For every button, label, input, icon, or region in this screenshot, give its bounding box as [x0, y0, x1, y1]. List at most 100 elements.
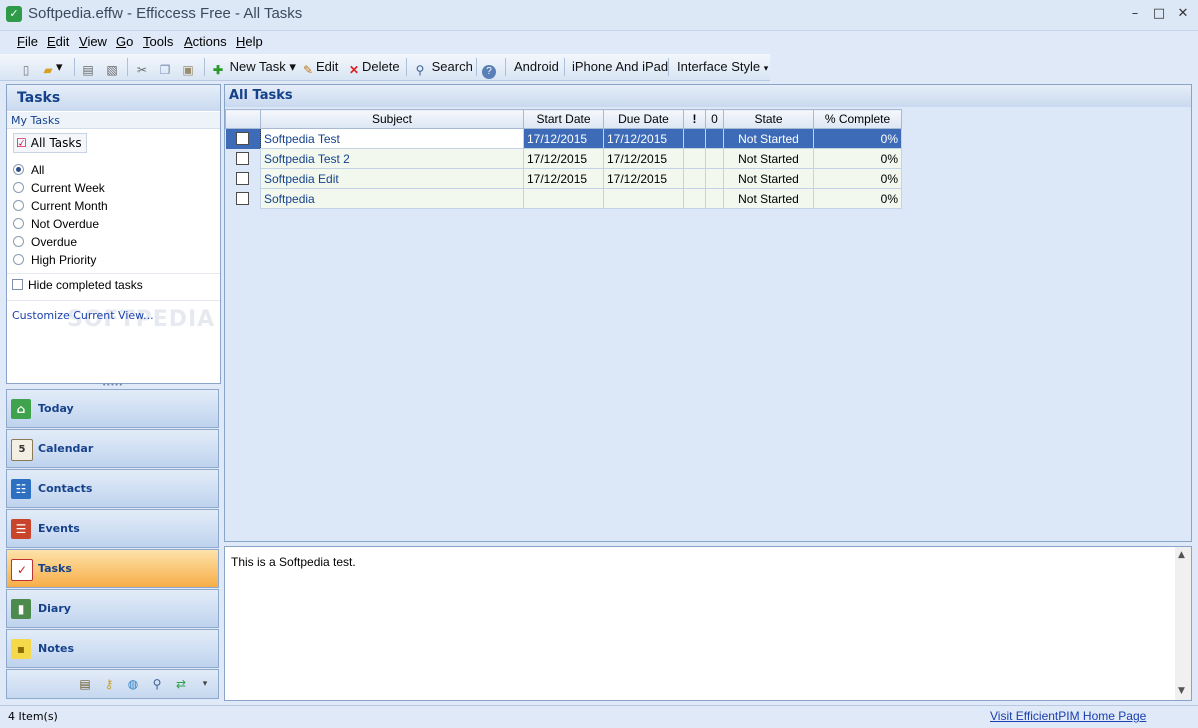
- task-notes-pane[interactable]: This is a Softpedia test. ▲ ▼: [224, 546, 1192, 701]
- new-file-icon[interactable]: ▯: [18, 57, 34, 77]
- task-attachment: [705, 188, 724, 209]
- task-table: Subject Start Date Due Date ! 0 State % …: [225, 109, 902, 209]
- edit-button[interactable]: ✎ Edit: [300, 57, 338, 77]
- filter-current-month[interactable]: Current Month: [13, 198, 108, 215]
- delete-button[interactable]: ✕ Delete: [346, 57, 400, 77]
- filter-high-priority[interactable]: High Priority: [13, 252, 96, 269]
- column-due-date[interactable]: Due Date: [603, 109, 684, 129]
- globe-icon[interactable]: ◍: [125, 676, 141, 692]
- close-icon[interactable]: ✕: [1172, 4, 1194, 24]
- task-subject[interactable]: Softpedia: [260, 188, 524, 209]
- checkbox[interactable]: [236, 171, 250, 185]
- task-start-date: 17/12/2015: [523, 148, 604, 169]
- radio-button[interactable]: [13, 164, 24, 175]
- task-list-pane: All Tasks Subject Start Date Due Date ! …: [224, 84, 1192, 542]
- column-subject[interactable]: Subject: [260, 109, 524, 129]
- nav-diary[interactable]: ▮ Diary: [6, 589, 219, 628]
- copy-icon[interactable]: ❐: [157, 57, 173, 77]
- menu-actions[interactable]: Actions: [184, 34, 227, 49]
- row-checkbox-cell[interactable]: [225, 148, 261, 169]
- print-preview-icon[interactable]: ▧: [104, 57, 120, 77]
- chevron-down-icon[interactable]: ▾: [197, 676, 213, 692]
- print-icon[interactable]: ▤: [80, 57, 96, 77]
- key-icon[interactable]: ⚷: [101, 676, 117, 692]
- nav-tasks[interactable]: ✓ Tasks: [6, 549, 219, 588]
- notes-icon: ▪: [11, 639, 31, 659]
- nav-shortcuts-bar: ▤ ⚷ ◍ ⚲ ⇄ ▾: [6, 669, 219, 699]
- menu-edit[interactable]: Edit: [47, 34, 69, 49]
- help-icon[interactable]: ?: [482, 57, 496, 79]
- task-subject[interactable]: Softpedia Test: [260, 128, 524, 149]
- sync-icon[interactable]: ⇄: [173, 676, 189, 692]
- task-due-date: 17/12/2015: [603, 168, 684, 189]
- checkbox[interactable]: [236, 191, 250, 205]
- nav-calendar[interactable]: 5 Calendar: [6, 429, 219, 468]
- divider: [7, 300, 220, 301]
- table-row[interactable]: Softpedia Test 17/12/2015 17/12/2015 Not…: [225, 128, 902, 149]
- menu-file[interactable]: File: [17, 34, 38, 49]
- table-row[interactable]: Softpedia Edit 17/12/2015 17/12/2015 Not…: [225, 168, 902, 189]
- menu-view[interactable]: View: [79, 34, 107, 49]
- splitter-grip[interactable]: •••••: [6, 382, 219, 389]
- menu-go[interactable]: Go: [116, 34, 133, 49]
- task-state: Not Started: [723, 168, 814, 189]
- table-row[interactable]: Softpedia Not Started 0%: [225, 188, 902, 209]
- radio-button[interactable]: [13, 236, 24, 247]
- menu-help[interactable]: Help: [236, 34, 263, 49]
- checkbox[interactable]: [12, 279, 23, 290]
- new-task-button[interactable]: ✚ New Task ▾: [210, 57, 296, 77]
- table-row[interactable]: Softpedia Test 2 17/12/2015 17/12/2015 N…: [225, 148, 902, 169]
- tasks-icon: ✓: [11, 559, 33, 581]
- radio-button[interactable]: [13, 218, 24, 229]
- filter-overdue[interactable]: Overdue: [13, 234, 77, 251]
- notes-text[interactable]: This is a Softpedia test.: [231, 555, 356, 569]
- column-attachment[interactable]: 0: [705, 109, 724, 129]
- customize-view-link[interactable]: Customize Current View...: [12, 309, 154, 322]
- scroll-down-icon[interactable]: ▼: [1178, 686, 1185, 696]
- nav-today[interactable]: ⌂ Today: [6, 389, 219, 428]
- open-folder-icon[interactable]: ▰ ▾: [40, 57, 62, 77]
- panel-title: Tasks: [7, 85, 220, 111]
- row-checkbox-cell[interactable]: [225, 168, 261, 189]
- clipboard-icon[interactable]: ▤: [77, 676, 93, 692]
- search-button[interactable]: ⚲ Search: [412, 57, 473, 77]
- column-start-date[interactable]: Start Date: [523, 109, 604, 129]
- task-subject[interactable]: Softpedia Test 2: [260, 148, 524, 169]
- row-checkbox-cell[interactable]: [225, 188, 261, 209]
- vertical-scrollbar[interactable]: ▲ ▼: [1175, 547, 1191, 700]
- task-complete: 0%: [813, 168, 902, 189]
- row-checkbox-cell[interactable]: [225, 128, 261, 149]
- filter-all[interactable]: All: [13, 162, 44, 179]
- android-button[interactable]: Android: [514, 57, 559, 77]
- toolbar: ▯ ▰ ▾ ▤ ▧ ✂ ❐ ▣ ✚ New Task ▾ ✎ Edit ✕ Delet…: [0, 54, 770, 81]
- radio-button[interactable]: [13, 182, 24, 193]
- filter-current-week[interactable]: Current Week: [13, 180, 105, 197]
- nav-contacts[interactable]: ☷ Contacts: [6, 469, 219, 508]
- interface-style-button[interactable]: Interface Style ▾: [677, 57, 768, 77]
- checkbox[interactable]: [236, 151, 250, 165]
- scroll-up-icon[interactable]: ▲: [1178, 550, 1185, 560]
- homepage-link[interactable]: Visit EfficientPIM Home Page: [990, 709, 1146, 723]
- column-state[interactable]: State: [723, 109, 814, 129]
- cut-icon[interactable]: ✂: [134, 57, 150, 77]
- menu-tools[interactable]: Tools: [143, 34, 173, 49]
- iphone-ipad-button[interactable]: iPhone And iPad: [572, 57, 668, 77]
- radio-button[interactable]: [13, 254, 24, 265]
- column-priority[interactable]: !: [683, 109, 706, 129]
- task-due-date: [603, 188, 684, 209]
- nav-notes[interactable]: ▪ Notes: [6, 629, 219, 668]
- radio-button[interactable]: [13, 200, 24, 211]
- nav-events[interactable]: ☰ Events: [6, 509, 219, 548]
- filter-not-overdue[interactable]: Not Overdue: [13, 216, 99, 233]
- minimize-icon[interactable]: –: [1124, 4, 1146, 24]
- title-bar: ✓ Softpedia.effw - Efficcess Free - All …: [0, 0, 1198, 31]
- checkbox[interactable]: [236, 131, 250, 145]
- hide-completed-checkbox[interactable]: Hide completed tasks: [12, 278, 143, 292]
- search-icon[interactable]: ⚲: [149, 676, 165, 692]
- maximize-icon[interactable]: □: [1148, 4, 1170, 24]
- task-subject[interactable]: Softpedia Edit: [260, 168, 524, 189]
- all-tasks-button[interactable]: ☑ All Tasks: [13, 133, 87, 153]
- column-complete[interactable]: % Complete: [813, 109, 902, 129]
- paste-icon[interactable]: ▣: [180, 57, 196, 77]
- home-icon: ⌂: [11, 399, 31, 419]
